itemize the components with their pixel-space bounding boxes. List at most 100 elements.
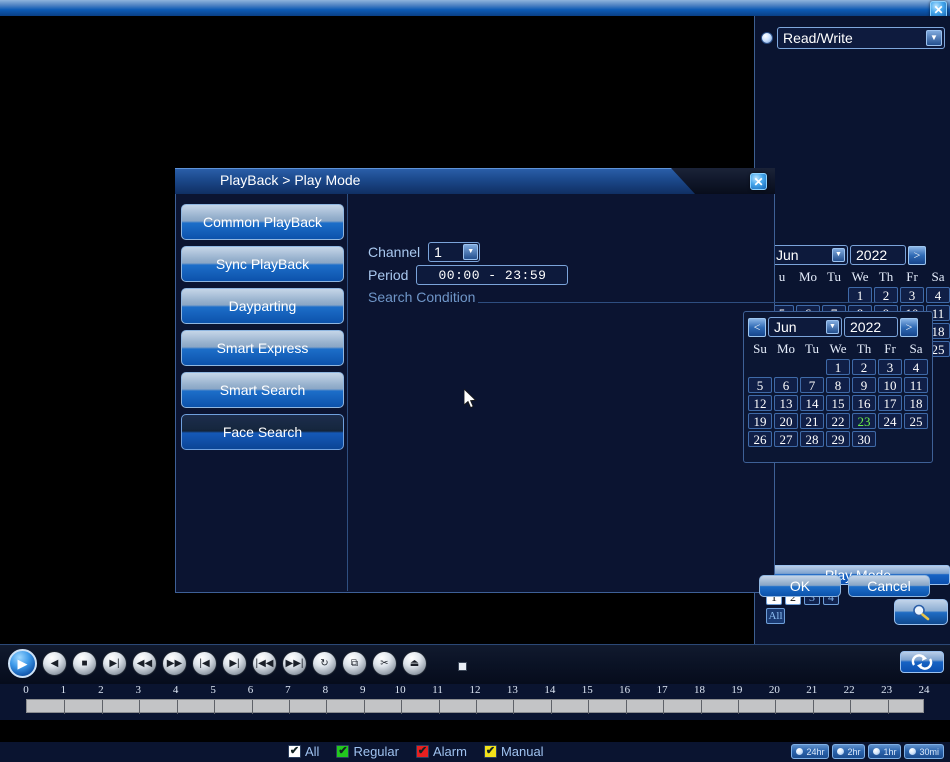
previous-file-button[interactable]: |◀◀ (252, 651, 277, 676)
calendar-day-8[interactable]: 8 (826, 377, 850, 393)
background-calendar-day-2[interactable]: 2 (874, 287, 898, 303)
calendar-day-10[interactable]: 10 (878, 377, 902, 393)
calendar-day-11[interactable]: 11 (904, 377, 928, 393)
record-indicator[interactable] (458, 662, 467, 671)
multi-window-button[interactable]: ⧉ (342, 651, 367, 676)
calendar-day-26[interactable]: 26 (748, 431, 772, 447)
checkbox-all[interactable]: ✔ (288, 745, 301, 758)
cancel-button[interactable]: Cancel (848, 575, 930, 597)
checkbox-regular[interactable]: ✔ (336, 745, 349, 758)
background-calendar-dow-2: Tu (822, 269, 846, 285)
reverse-play-button[interactable]: ◀ (42, 651, 67, 676)
background-calendar-day-3[interactable]: 3 (900, 287, 924, 303)
background-calendar-day-1[interactable]: 1 (848, 287, 872, 303)
play-mode-search-button[interactable] (894, 599, 948, 625)
time-range-24hr[interactable]: 24hr (791, 744, 829, 759)
chevron-down-icon[interactable]: ▼ (926, 30, 942, 46)
chevron-down-icon[interactable]: ▼ (832, 248, 845, 262)
time-range-1hr[interactable]: 1hr (868, 744, 901, 759)
checkbox-manual[interactable]: ✔ (484, 745, 497, 758)
calendar-day-21[interactable]: 21 (800, 413, 824, 429)
time-range-30mi[interactable]: 30mi (904, 744, 944, 759)
background-calendar-next-month-button[interactable]: > (908, 246, 926, 265)
calendar-day-22[interactable]: 22 (826, 413, 850, 429)
time-range-2hr[interactable]: 2hr (832, 744, 865, 759)
backup-button[interactable]: ⏏ (402, 651, 427, 676)
storage-mode-dropdown[interactable]: Read/Write ▼ (777, 27, 945, 49)
sidebar-item-sync-playback[interactable]: Sync PlayBack (181, 246, 344, 282)
calendar-year-field[interactable]: 2022 (844, 317, 898, 337)
calendar-day-27[interactable]: 27 (774, 431, 798, 447)
sidebar-item-face-search[interactable]: Face Search (181, 414, 344, 450)
play-button[interactable]: ▶ (8, 649, 37, 678)
fast-forward-button[interactable]: ▶▶ (162, 651, 187, 676)
calendar-day-6[interactable]: 6 (774, 377, 798, 393)
background-calendar-dow-4: Th (874, 269, 898, 285)
sidebar-item-common-playback[interactable]: Common PlayBack (181, 204, 344, 240)
dialog-close-icon[interactable]: ✕ (750, 173, 767, 190)
rewind-button[interactable]: ◀◀ (132, 651, 157, 676)
legend-item-alarm[interactable]: ✔Alarm (416, 744, 467, 759)
slow-forward-button[interactable]: ▶| (102, 651, 127, 676)
timeline-tick-label-19: 19 (731, 684, 742, 696)
calendar-day-15[interactable]: 15 (826, 395, 850, 411)
calendar-day-12[interactable]: 12 (748, 395, 772, 411)
date-picker-calendar[interactable]: < Jun ▼ 2022 > SuMoTuWeThFrSa 1234567891… (743, 311, 933, 463)
calendar-day-25[interactable]: 25 (904, 413, 928, 429)
clip-button[interactable]: ✂ (372, 651, 397, 676)
period-input[interactable]: 00:00 - 23:59 (416, 265, 568, 285)
calendar-day-20[interactable]: 20 (774, 413, 798, 429)
calendar-day-5[interactable]: 5 (748, 377, 772, 393)
loop-button[interactable]: ↻ (312, 651, 337, 676)
timeline-ruler[interactable]: 0123456789101112131415161718192021222324 (0, 684, 950, 720)
sidebar-item-dayparting[interactable]: Dayparting (181, 288, 344, 324)
calendar-day-18[interactable]: 18 (904, 395, 928, 411)
checkbox-alarm[interactable]: ✔ (416, 745, 429, 758)
sidebar-item-smart-search[interactable]: Smart Search (181, 372, 344, 408)
previous-frame-button[interactable]: |◀ (192, 651, 217, 676)
background-calendar-year-field[interactable]: 2022 (850, 245, 906, 265)
calendar-prev-month-button[interactable]: < (748, 318, 766, 337)
radio-icon (909, 748, 916, 755)
calendar-next-month-button[interactable]: > (900, 318, 918, 337)
calendar-day-7[interactable]: 7 (800, 377, 824, 393)
calendar-day-9[interactable]: 9 (852, 377, 876, 393)
legend-item-regular[interactable]: ✔ Regular (336, 744, 399, 759)
chevron-down-icon[interactable]: ▼ (826, 320, 839, 334)
stop-button[interactable]: ■ (72, 651, 97, 676)
calendar-day-14[interactable]: 14 (800, 395, 824, 411)
sidebar-item-smart-express[interactable]: Smart Express (181, 330, 344, 366)
next-file-button[interactable]: ▶▶| (282, 651, 307, 676)
calendar-day-28[interactable]: 28 (800, 431, 824, 447)
calendar-day-4[interactable]: 4 (904, 359, 928, 375)
calendar-day-23[interactable]: 23 (852, 413, 876, 429)
legend-item-all[interactable]: ✔All (288, 744, 319, 759)
calendar-day-empty (904, 431, 928, 447)
background-calendar-month-dropdown[interactable]: Jun ▼ (770, 245, 848, 265)
calendar-day-17[interactable]: 17 (878, 395, 902, 411)
calendar-day-24[interactable]: 24 (878, 413, 902, 429)
play-mode-all-button[interactable]: All (766, 608, 785, 624)
calendar-month-dropdown[interactable]: Jun ▼ (768, 317, 842, 337)
legend-item-manual[interactable]: ✔Manual (484, 744, 544, 759)
channel-dropdown[interactable]: 1 ▼ (428, 242, 480, 262)
calendar-day-3[interactable]: 3 (878, 359, 902, 375)
chevron-down-icon[interactable]: ▼ (463, 244, 478, 260)
sync-button[interactable] (900, 651, 944, 673)
calendar-day-2[interactable]: 2 (852, 359, 876, 375)
calendar-day-30[interactable]: 30 (852, 431, 876, 447)
next-frame-button[interactable]: ▶| (222, 651, 247, 676)
calendar-day-19[interactable]: 19 (748, 413, 772, 429)
legend-label-regular: Regular (353, 744, 399, 759)
background-calendar-day-4[interactable]: 4 (926, 287, 950, 303)
calendar-day-1[interactable]: 1 (826, 359, 850, 375)
ok-button[interactable]: OK (759, 575, 841, 597)
calendar-day-16[interactable]: 16 (852, 395, 876, 411)
calendar-day-29[interactable]: 29 (826, 431, 850, 447)
storage-mode-radio-icon[interactable] (761, 32, 773, 44)
time-range-label: 24hr (806, 747, 824, 757)
timeline-tick-label-15: 15 (582, 684, 593, 696)
calendar-day-13[interactable]: 13 (774, 395, 798, 411)
calendar-month-value: Jun (774, 319, 797, 335)
timeline-track[interactable] (26, 699, 924, 713)
